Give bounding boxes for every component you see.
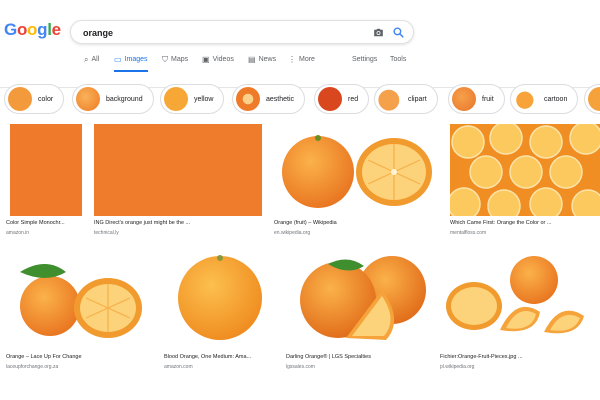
chip-thumbnail <box>318 87 342 111</box>
chip-thumbnail <box>588 87 600 111</box>
chip-more[interactable] <box>584 84 600 114</box>
chip-label: clipart <box>408 95 427 103</box>
tab-maps[interactable]: ⛉ Maps <box>162 56 188 74</box>
chip-label: red <box>348 95 359 103</box>
chip-thumbnail <box>514 87 538 111</box>
result-image[interactable] <box>10 124 82 216</box>
result-image[interactable] <box>440 250 596 342</box>
result-source: mentalfloss.com <box>450 230 487 236</box>
result-source: lgssales.com <box>286 364 315 370</box>
chip-thumbnail <box>76 87 100 111</box>
chip-label: color <box>38 95 54 103</box>
result-source: pl.wikipedia.org <box>440 364 475 370</box>
result-card[interactable]: ING Direct's orange just might be the ..… <box>94 124 266 240</box>
result-source: technical.ly <box>94 230 119 236</box>
result-image[interactable] <box>164 250 274 342</box>
tab-all[interactable]: ⌕ All <box>84 56 99 74</box>
chip-aesthetic[interactable]: aesthetic <box>232 84 306 114</box>
tab-label: Settings <box>352 56 378 63</box>
chip-thumbnail <box>452 87 476 111</box>
result-caption[interactable]: Blood Orange, One Medium: Ama... <box>164 354 280 360</box>
result-caption[interactable]: Orange – Lace Up For Change <box>6 354 152 360</box>
more-icon: ⋮ <box>288 55 296 64</box>
chip-thumbnail <box>164 87 188 111</box>
tools-link[interactable]: Tools <box>390 56 406 74</box>
chip-thumbnail <box>236 87 260 111</box>
result-card[interactable]: Which Came First: Orange the Color or ..… <box>450 124 600 240</box>
tab-label: All <box>91 56 100 63</box>
result-image[interactable] <box>286 250 432 342</box>
result-card[interactable]: Blood Orange, One Medium: Ama... amazon.… <box>164 250 282 380</box>
camera-icon[interactable] <box>372 26 385 39</box>
chip-yellow[interactable]: yellow <box>160 84 225 114</box>
result-image[interactable] <box>6 250 154 342</box>
result-card[interactable]: Orange (fruit) – Wikipedia en.wikipedia.… <box>274 124 442 240</box>
tab-label: Tools <box>390 56 407 63</box>
logo-letter: o <box>27 20 38 39</box>
result-source: amazon.in <box>6 230 30 236</box>
result-caption[interactable]: Color Simple Monochr... <box>6 220 82 226</box>
tab-more[interactable]: ⋮ More <box>288 56 315 74</box>
result-image[interactable] <box>450 124 600 216</box>
tab-label: Images <box>124 56 148 63</box>
news-icon: ▤ <box>248 55 256 64</box>
search-box <box>70 20 414 44</box>
chip-cartoon[interactable]: cartoon <box>510 84 579 114</box>
logo-letter: e <box>51 20 61 39</box>
suggestion-chips: color background yellow aesthetic red cl… <box>0 84 600 116</box>
tab-videos[interactable]: ▣ Videos <box>202 56 234 74</box>
result-caption[interactable]: Which Came First: Orange the Color or ..… <box>450 220 598 226</box>
result-image[interactable] <box>274 124 440 216</box>
result-caption[interactable]: Fichier:Orange-Fruit-Pieces.jpg ... <box>440 354 594 360</box>
chip-red[interactable]: red <box>314 84 370 114</box>
chip-clipart[interactable]: clipart <box>374 84 438 114</box>
chip-label: yellow <box>194 95 214 103</box>
tab-label: Videos <box>212 56 234 63</box>
image-icon: ▭ <box>114 55 122 64</box>
header: Google ⌕All ▭Images ⛉Maps ▣Videos ▤News … <box>0 0 600 88</box>
search-icon: ⌕ <box>84 55 89 64</box>
result-caption[interactable]: ING Direct's orange just might be the ..… <box>94 220 262 226</box>
chip-label: aesthetic <box>266 95 295 103</box>
search-icon[interactable] <box>392 26 405 39</box>
tab-images[interactable]: ▭ Images <box>114 56 148 74</box>
chip-label: background <box>106 95 143 103</box>
tab-news[interactable]: ▤ News <box>248 56 276 74</box>
logo-letter: o <box>16 20 28 39</box>
result-source: amazon.com <box>164 364 193 370</box>
result-card[interactable]: Orange – Lace Up For Change laceupforcha… <box>6 250 156 380</box>
google-logo[interactable]: Google <box>4 20 61 40</box>
chip-label: cartoon <box>544 95 568 103</box>
result-caption[interactable]: Orange (fruit) – Wikipedia <box>274 220 440 226</box>
tab-label: News <box>258 56 277 63</box>
map-icon: ⛉ <box>162 55 168 64</box>
result-image[interactable] <box>94 124 262 216</box>
chip-label: fruit <box>482 95 494 103</box>
result-caption[interactable]: Darling Orange® | LGS Specialties <box>286 354 432 360</box>
chip-color[interactable]: color <box>4 84 65 114</box>
chip-fruit[interactable]: fruit <box>448 84 505 114</box>
result-card[interactable]: Fichier:Orange-Fruit-Pieces.jpg ... pl.w… <box>440 250 598 380</box>
logo-letter: G <box>4 20 17 39</box>
search-input[interactable] <box>83 25 343 41</box>
chip-background[interactable]: background <box>72 84 154 114</box>
result-card[interactable]: Darling Orange® | LGS Specialties lgssal… <box>286 250 436 380</box>
tab-label: More <box>299 56 315 63</box>
result-source: laceupforchange.org.za <box>6 364 59 370</box>
video-icon: ▣ <box>202 55 210 64</box>
logo-letter: g <box>37 20 48 39</box>
tab-label: Maps <box>171 56 189 63</box>
result-source: en.wikipedia.org <box>274 230 311 236</box>
chip-thumbnail <box>8 87 32 111</box>
chip-thumbnail <box>378 87 402 111</box>
result-card[interactable]: Color Simple Monochr... amazon.in <box>6 124 84 240</box>
settings-link[interactable]: Settings <box>352 56 377 74</box>
